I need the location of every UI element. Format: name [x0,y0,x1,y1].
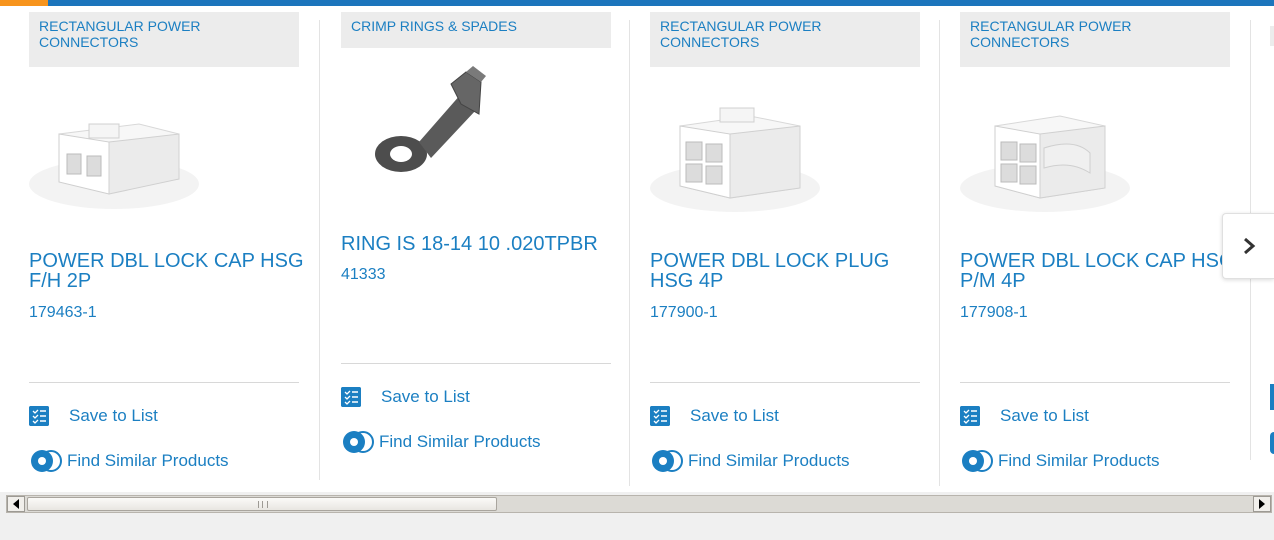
category-tag[interactable]: RECTANGULAR POWER CONNECTORS [650,12,920,67]
part-number[interactable]: 177900-1 [650,304,718,322]
save-to-list-label: Save to List [381,387,470,406]
save-to-list-button[interactable]: Save to List [341,387,470,407]
scrollbar-thumb[interactable] [27,497,497,511]
separator [960,382,1230,383]
part-number[interactable]: 177908-1 [960,304,1028,322]
product-card: RECTANGULAR POWER CONNECTORS POWER DBL L… [29,6,319,486]
category-tag[interactable]: RECTANGULAR POWER CONNECTORS [29,12,299,67]
category-tag[interactable]: CRIMP RINGS & SPADES [341,12,611,48]
connector-2-position-icon[interactable] [29,104,199,214]
category-tag[interactable]: RECTANGULAR POWER CONNECTORS [960,12,1230,67]
card-divider [629,20,630,486]
checklist-icon [29,406,49,426]
save-to-list-button[interactable]: Save to List [650,406,779,426]
product-title[interactable]: POWER DBL LOCK CAP HSG P/M 4P [960,251,1240,291]
connector-4-position-cap-icon[interactable] [960,98,1130,218]
scroll-left-button[interactable] [7,496,25,512]
save-to-list-button[interactable]: Save to List [29,406,158,426]
save-to-list-label: Save to List [1000,406,1089,425]
checklist-icon [650,406,670,426]
part-number[interactable]: 179463-1 [29,304,97,322]
similar-products-icon [652,450,683,472]
product-carousel: RECTANGULAR POWER CONNECTORS POWER DBL L… [0,0,1274,492]
chevron-right-icon [1243,237,1255,255]
save-to-list-button[interactable]: Save to List [960,406,1089,426]
horizontal-scrollbar[interactable] [6,495,1272,513]
find-similar-label: Find Similar Products [379,432,541,451]
checklist-icon [960,406,980,426]
find-similar-label: Find Similar Products [67,451,229,470]
scroll-right-button[interactable] [1253,496,1271,512]
save-to-list-label: Save to List [690,406,779,425]
card-divider [319,20,320,480]
separator [341,363,611,364]
similar-products-icon [343,431,374,453]
find-similar-button[interactable]: Find Similar Products [29,448,229,474]
part-number[interactable]: 41333 [341,266,386,284]
product-card: RECTANGULAR POWER CONNECTORS POWER DBL L… [960,6,1240,486]
connector-4-position-plug-icon[interactable] [650,98,820,218]
partial-card-similar-icon [1270,432,1274,454]
product-title[interactable]: POWER DBL LOCK CAP HSG F/H 2P [29,251,309,291]
find-similar-label: Find Similar Products [998,451,1160,470]
similar-products-icon [31,450,62,472]
product-title[interactable]: RING IS 18-14 10 .020TPBR [341,234,621,254]
card-divider [939,20,940,486]
grip-icon [258,501,268,508]
find-similar-button[interactable]: Find Similar Products [650,448,850,474]
product-card: CRIMP RINGS & SPADES RING IS 18-14 10 .0… [341,6,621,486]
separator [650,382,920,383]
find-similar-button[interactable]: Find Similar Products [960,448,1160,474]
ring-terminal-icon[interactable] [341,54,511,194]
partial-card-checklist-icon [1270,384,1274,410]
product-title[interactable]: POWER DBL LOCK PLUG HSG 4P [650,251,930,291]
find-similar-button[interactable]: Find Similar Products [341,429,541,455]
find-similar-label: Find Similar Products [688,451,850,470]
separator [29,382,299,383]
checklist-icon [341,387,361,407]
arrow-right-icon [1259,499,1265,509]
save-to-list-label: Save to List [69,406,158,425]
product-card: RECTANGULAR POWER CONNECTORS POWER DBL L… [650,6,930,486]
carousel-next-button[interactable] [1222,213,1274,279]
similar-products-icon [962,450,993,472]
arrow-left-icon [13,499,19,509]
partial-card-tag [1270,26,1274,46]
